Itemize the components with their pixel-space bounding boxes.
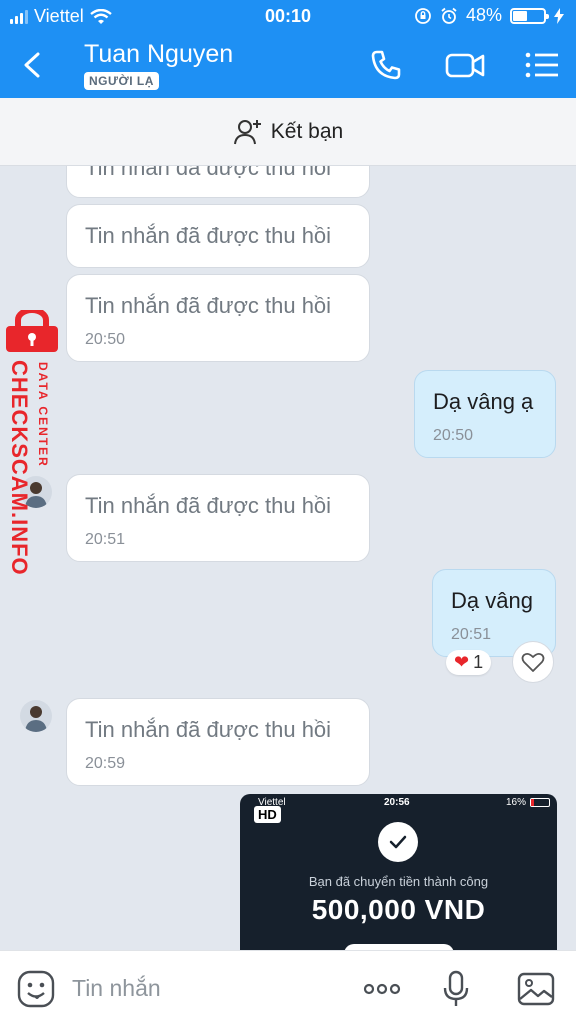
message-time: 20:50 (85, 331, 126, 348)
reaction-badge[interactable]: ❤ 1 (446, 650, 492, 675)
video-call-icon[interactable] (444, 48, 486, 82)
microphone-icon[interactable] (436, 969, 476, 1009)
reaction-count: 1 (473, 652, 484, 672)
react-button[interactable] (512, 641, 554, 683)
message-text: Tin nhắn đã được thu hồi (85, 293, 332, 318)
message-text: Tin nhắn đã được thu hồi (85, 223, 332, 248)
heart-icon: ❤ (454, 652, 470, 672)
image-caption: Bạn đã chuyển tiền thành công (308, 874, 489, 889)
status-right: 48% (414, 5, 564, 26)
avatar-person-icon (25, 706, 47, 732)
message-bubble-outgoing[interactable]: Dạ vâng ạ 20:50 (414, 370, 556, 458)
message-text: Tin nhắn đã được thu hồi (85, 717, 332, 742)
message-text: Dạ vâng ạ (433, 389, 534, 414)
battery-level (513, 10, 528, 21)
image-battery-icon (530, 798, 550, 807)
rotation-lock-icon (415, 7, 431, 24)
battery-percent: 48% (465, 5, 502, 25)
message-text: Tin nhắn đã được thu hồi (85, 166, 332, 180)
message-text: Dạ vâng (451, 588, 533, 613)
contact-avatar[interactable] (20, 700, 52, 732)
emoji-icon[interactable] (16, 969, 56, 1009)
hd-badge: HD (254, 806, 281, 823)
lock-icon (6, 310, 58, 352)
menu-icon[interactable] (524, 48, 560, 82)
image-gallery-icon[interactable] (516, 969, 556, 1009)
battery-icon (510, 7, 549, 24)
more-options-icon[interactable] (362, 969, 402, 1009)
image-battery: 16% (506, 797, 527, 808)
success-check-icon (378, 822, 418, 862)
message-input[interactable]: Tin nhắn (72, 975, 161, 1002)
watermark-brand: CHECKSCAM.INFO (7, 360, 32, 576)
watermark-subtitle: DATA CENTER (36, 362, 50, 468)
contact-name[interactable]: Tuan Nguyen (84, 40, 233, 69)
heart-outline-icon (521, 652, 545, 672)
image-time: 20:56 (384, 797, 410, 808)
charging-icon (554, 7, 564, 24)
message-time: 20:50 (433, 427, 474, 444)
alarm-icon (441, 7, 457, 24)
add-friend-button[interactable]: Kết bạn (0, 98, 576, 166)
chat-header: Tuan Nguyen NGƯỜI LẠ (0, 32, 576, 98)
message-text: Tin nhắn đã được thu hồi (85, 493, 332, 518)
message-bubble-incoming[interactable]: Tin nhắn đã được thu hồi (66, 204, 370, 268)
add-friend-icon (233, 119, 261, 144)
image-message[interactable]: Viettel 20:56 16% HD Bạn đã chuyển tiền … (240, 794, 557, 954)
add-friend-label: Kết bạn (270, 119, 344, 143)
image-amount: 500,000 VND (311, 894, 486, 925)
image-status-bar: Viettel 20:56 16% (240, 794, 557, 812)
message-bubble-incoming[interactable]: Tin nhắn đã được thu hồi 20:50 (66, 274, 370, 362)
message-bubble-incoming[interactable]: Tin nhắn đã được thu hồi (66, 166, 370, 198)
message-bubble-incoming[interactable]: Tin nhắn đã được thu hồi 20:59 (66, 698, 370, 786)
status-bar: Viettel 00:10 48% (0, 0, 576, 32)
phone-icon[interactable] (368, 48, 404, 82)
watermark: CHECKSCAM.INFO DATA CENTER (4, 310, 64, 590)
stranger-badge: NGƯỜI LẠ (84, 72, 159, 90)
message-bubble-incoming[interactable]: Tin nhắn đã được thu hồi 20:51 (66, 474, 370, 562)
message-composer: Tin nhắn (0, 950, 576, 1024)
message-time: 20:51 (451, 626, 492, 643)
back-icon[interactable] (18, 50, 48, 80)
message-time: 20:51 (85, 531, 126, 548)
message-time: 20:59 (85, 755, 126, 772)
